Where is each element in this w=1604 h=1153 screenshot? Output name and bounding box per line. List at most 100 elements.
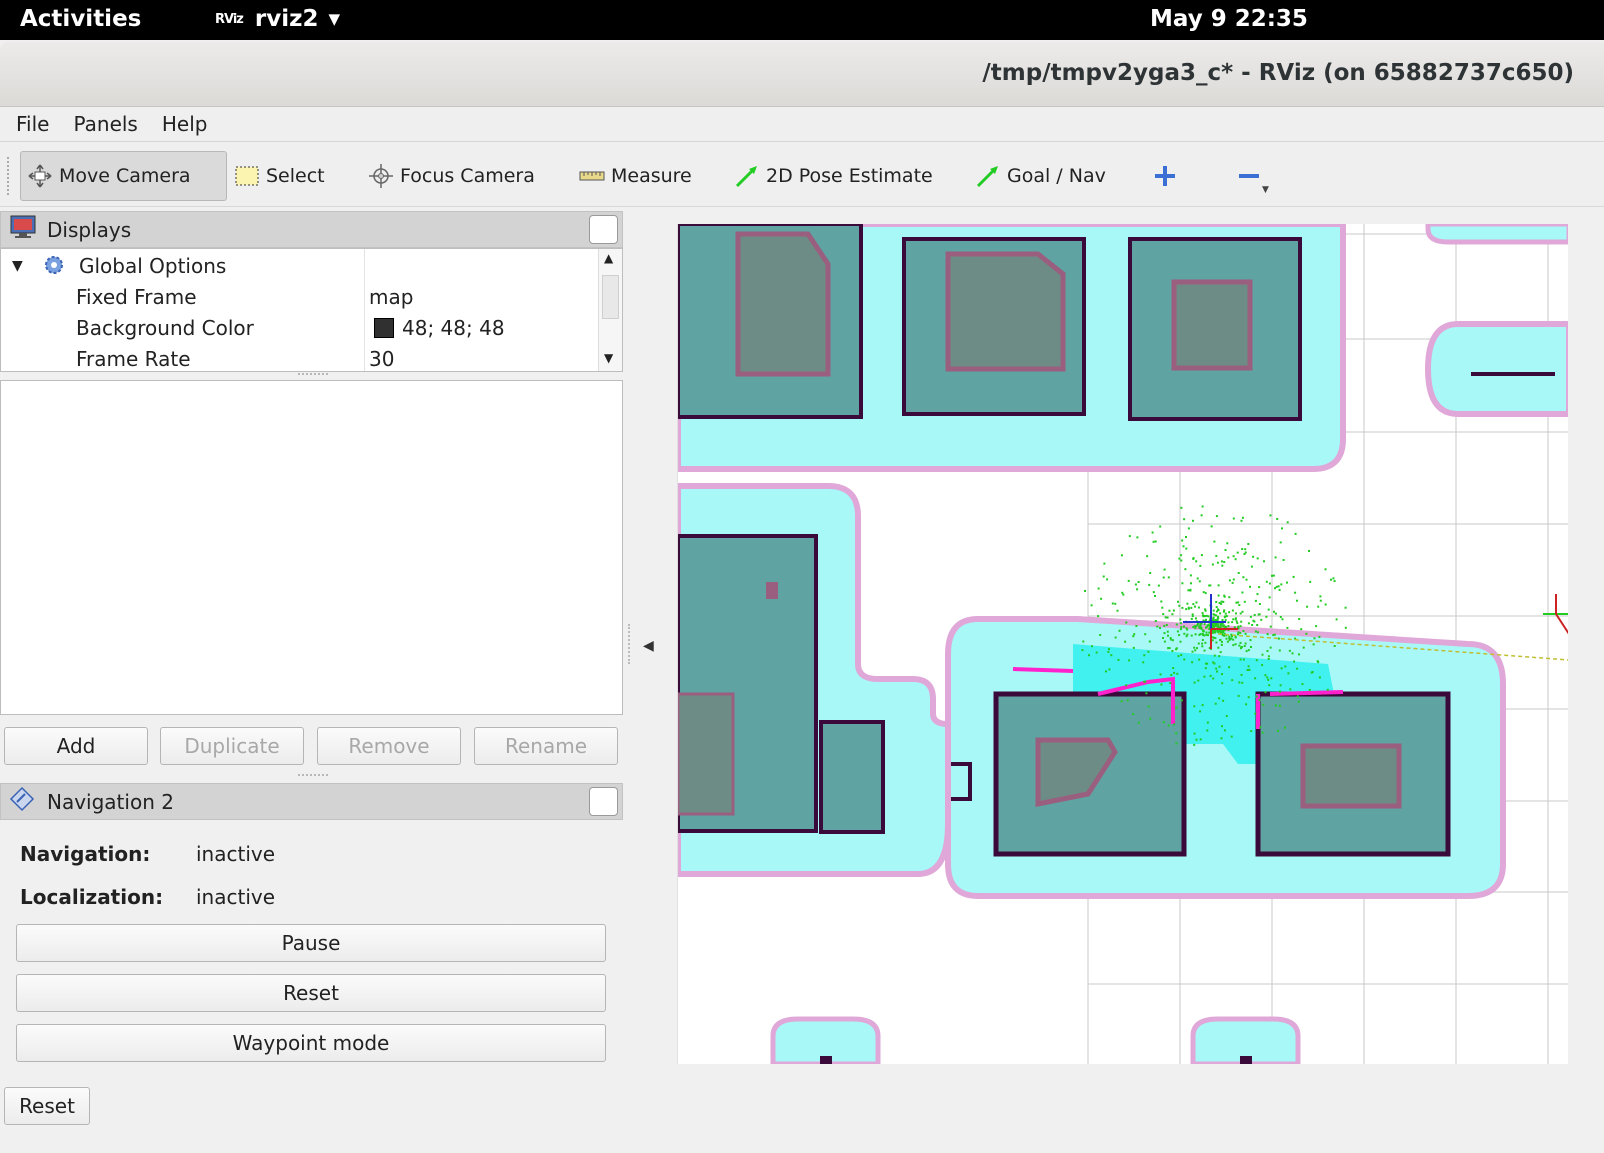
particle — [1241, 548, 1244, 550]
clock[interactable]: May 9 22:35 — [1150, 6, 1308, 32]
app-menu[interactable]: RViz rviz2 ▼ — [215, 6, 340, 32]
particle — [1209, 674, 1212, 677]
color-swatch[interactable] — [374, 318, 394, 338]
navigation-float-checkbox[interactable] — [589, 787, 618, 816]
scrollbar-thumb[interactable] — [602, 275, 619, 319]
particle — [1205, 631, 1208, 634]
displays-float-checkbox[interactable] — [589, 215, 618, 244]
tree-row-fixed-frame[interactable]: Fixed Frame map — [1, 282, 601, 313]
menu-file[interactable]: File — [16, 112, 49, 136]
particle — [1287, 672, 1290, 675]
menu-panels[interactable]: Panels — [73, 112, 137, 136]
frame-rate-value[interactable]: 30 — [369, 347, 394, 371]
particle — [1169, 637, 1172, 640]
toolbar-grip[interactable] — [7, 157, 11, 195]
activities-button[interactable]: Activities — [20, 6, 141, 32]
add-tool-button[interactable] — [1146, 151, 1184, 201]
particle — [1210, 525, 1213, 528]
render-viewport[interactable] — [677, 224, 1568, 1064]
measure-tool[interactable]: Measure — [573, 151, 698, 201]
particle — [1220, 600, 1223, 603]
particle — [1194, 605, 1196, 608]
select-tool[interactable]: Select — [228, 151, 331, 201]
particle — [1235, 612, 1237, 615]
particle — [1276, 518, 1279, 520]
tree-row-background-color[interactable]: Background Color 48; 48; 48 — [1, 313, 601, 344]
particle — [1250, 646, 1252, 648]
particle — [1250, 730, 1253, 733]
minus-icon — [1236, 163, 1270, 190]
waypoint-mode-button[interactable]: Waypoint mode — [16, 1024, 606, 1062]
remove-display-button[interactable]: Remove — [317, 727, 461, 765]
fixed-frame-value[interactable]: map — [369, 285, 413, 309]
menu-help[interactable]: Help — [162, 112, 208, 136]
add-display-button[interactable]: Add — [4, 727, 148, 765]
particle — [1201, 612, 1204, 615]
duplicate-display-button[interactable]: Duplicate — [160, 727, 304, 765]
obstacle-block — [820, 1056, 832, 1064]
scroll-up-icon[interactable]: ▲ — [604, 251, 613, 265]
splitter-handle[interactable] — [298, 774, 328, 778]
particle — [1215, 641, 1218, 644]
particle — [1192, 519, 1194, 522]
particle — [1222, 631, 1225, 634]
focus-camera-label: Focus Camera — [400, 165, 535, 187]
particle — [1205, 618, 1207, 621]
particle — [1203, 649, 1206, 652]
particle — [1198, 580, 1201, 583]
particle — [1180, 559, 1183, 562]
pause-button[interactable]: Pause — [16, 924, 606, 962]
tree-scrollbar[interactable]: ▲ ▼ — [598, 249, 622, 371]
particle — [1162, 613, 1165, 616]
window-title-bar[interactable]: /tmp/tmpv2yga3_c* - RViz (on 65882737c65… — [0, 42, 1604, 107]
goal-nav-tool[interactable]: Goal / Nav — [969, 151, 1112, 201]
particle — [1197, 679, 1200, 682]
particle — [1224, 549, 1227, 551]
particle — [1222, 600, 1225, 603]
particle — [1169, 682, 1172, 685]
particle — [1216, 623, 1219, 626]
particle — [1297, 700, 1300, 703]
tree-row-frame-rate[interactable]: Frame Rate 30 — [1, 344, 601, 371]
particle — [1241, 610, 1244, 613]
expand-arrow-icon[interactable]: ▼ — [12, 258, 23, 274]
reset-navigation-button[interactable]: Reset — [16, 974, 606, 1012]
move-camera-label: Move Camera — [59, 165, 191, 187]
particle — [1239, 625, 1242, 628]
costmap-render[interactable] — [678, 224, 1568, 1064]
reset-view-button[interactable]: Reset — [4, 1087, 90, 1125]
focus-camera-tool[interactable]: Focus Camera — [362, 151, 541, 201]
particle — [1220, 643, 1223, 646]
particle — [1265, 615, 1268, 618]
particle — [1185, 635, 1188, 638]
particle — [1279, 541, 1282, 544]
particle — [1268, 684, 1271, 687]
pose-estimate-tool[interactable]: 2D Pose Estimate — [728, 151, 939, 201]
toolbar-overflow-icon[interactable]: ▼ — [1262, 185, 1269, 195]
background-color-value[interactable]: 48; 48; 48 — [402, 316, 505, 340]
scroll-down-icon[interactable]: ▼ — [604, 351, 613, 365]
particle — [1201, 505, 1204, 508]
collapse-panel-icon[interactable]: ◀ — [643, 638, 654, 654]
particle — [1120, 554, 1123, 557]
particle — [1128, 659, 1131, 662]
particle — [1128, 535, 1131, 538]
particle — [1266, 650, 1269, 652]
particle — [1157, 584, 1160, 587]
move-camera-tool[interactable]: Move Camera — [20, 151, 227, 201]
panel-splitter[interactable] — [628, 624, 630, 664]
particle — [1240, 620, 1243, 623]
particle — [1212, 609, 1215, 612]
particle — [1296, 667, 1299, 670]
particle — [1245, 578, 1248, 581]
particle — [1214, 702, 1217, 705]
tree-row-global-options[interactable]: ▼ Global Options — [1, 251, 601, 282]
particle — [1187, 607, 1190, 610]
splitter-handle[interactable] — [298, 373, 328, 377]
particle — [1258, 699, 1261, 702]
rename-display-button[interactable]: Rename — [474, 727, 618, 765]
particle — [1278, 588, 1281, 591]
displays-tree[interactable]: ▼ Global Options Fixed Frame map Backgro… — [0, 248, 623, 372]
particle — [1211, 563, 1214, 566]
remove-tool-button[interactable]: ▼ — [1230, 151, 1270, 201]
